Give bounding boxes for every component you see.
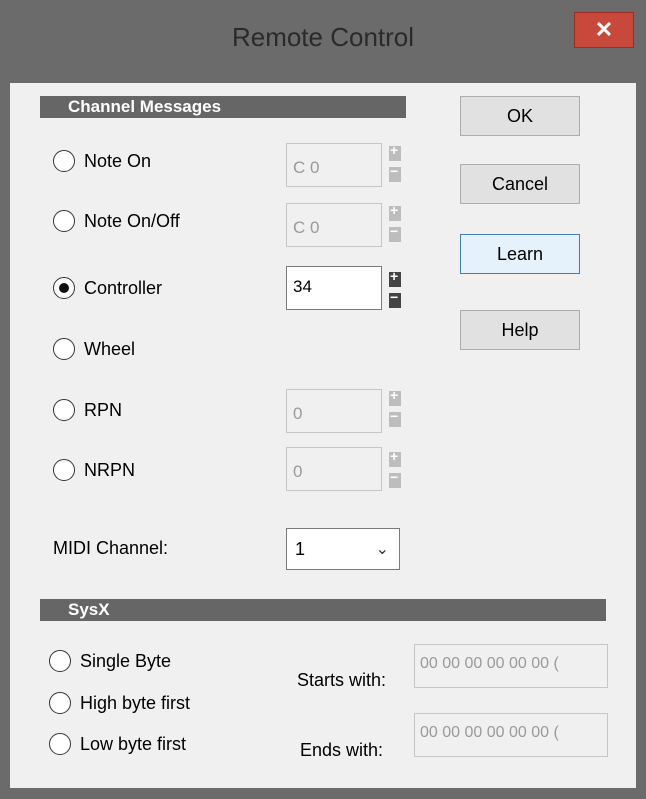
note-on-field[interactable]: C 0 (286, 143, 382, 187)
rpn-spinner[interactable] (389, 387, 401, 427)
label-single-byte: Single Byte (80, 651, 172, 671)
label-note-on-off: Note On/Off (84, 211, 180, 231)
window-title: Remote Control (231, 22, 415, 52)
rpn-field[interactable]: 0 (286, 389, 382, 433)
radio-high-byte-first[interactable] (49, 692, 71, 714)
note-on-off-spinner[interactable] (389, 202, 401, 242)
learn-button[interactable]: Learn (460, 234, 580, 274)
midi-channel-select[interactable]: 1 ⌄ (286, 528, 400, 570)
help-button[interactable]: Help (460, 310, 580, 350)
close-button[interactable]: ✕ (574, 12, 634, 48)
label-wheel: Wheel (84, 339, 136, 359)
ends-with-label: Ends with: (300, 740, 384, 760)
radio-low-byte-first[interactable] (49, 733, 71, 755)
label-nrpn: NRPN (84, 460, 136, 480)
radio-rpn[interactable] (53, 399, 75, 421)
sysx-header: SysX (40, 599, 606, 621)
midi-channel-label: MIDI Channel: (53, 538, 169, 558)
nrpn-field[interactable]: 0 (286, 447, 382, 491)
label-low-byte-first: Low byte first (80, 734, 187, 754)
ends-with-field[interactable]: 00 00 00 00 00 00 ( (414, 713, 608, 757)
starts-with-field[interactable]: 00 00 00 00 00 00 ( (414, 644, 608, 688)
controller-field[interactable]: 34 (286, 266, 382, 310)
note-on-spinner[interactable] (389, 142, 401, 182)
ok-button[interactable]: OK (460, 96, 580, 136)
label-note-on: Note On (84, 151, 152, 171)
radio-note-on[interactable] (53, 150, 75, 172)
starts-with-label: Starts with: (297, 670, 387, 690)
radio-single-byte[interactable] (49, 650, 71, 672)
radio-nrpn[interactable] (53, 459, 75, 481)
radio-controller[interactable] (53, 277, 75, 299)
label-rpn: RPN (84, 400, 123, 420)
nrpn-spinner[interactable] (389, 448, 401, 488)
radio-wheel[interactable] (53, 338, 75, 360)
cancel-button[interactable]: Cancel (460, 164, 580, 204)
note-on-off-field[interactable]: C 0 (286, 203, 382, 247)
chevron-down-icon: ⌄ (375, 541, 389, 558)
controller-spinner[interactable] (389, 268, 401, 308)
label-controller: Controller (84, 278, 163, 298)
midi-channel-value: 1 (295, 539, 306, 559)
radio-selected-dot (59, 283, 69, 293)
label-high-byte-first: High byte first (80, 693, 191, 713)
close-icon: ✕ (594, 17, 614, 42)
channel-messages-header: Channel Messages (40, 96, 406, 118)
radio-note-on-off[interactable] (53, 210, 75, 232)
